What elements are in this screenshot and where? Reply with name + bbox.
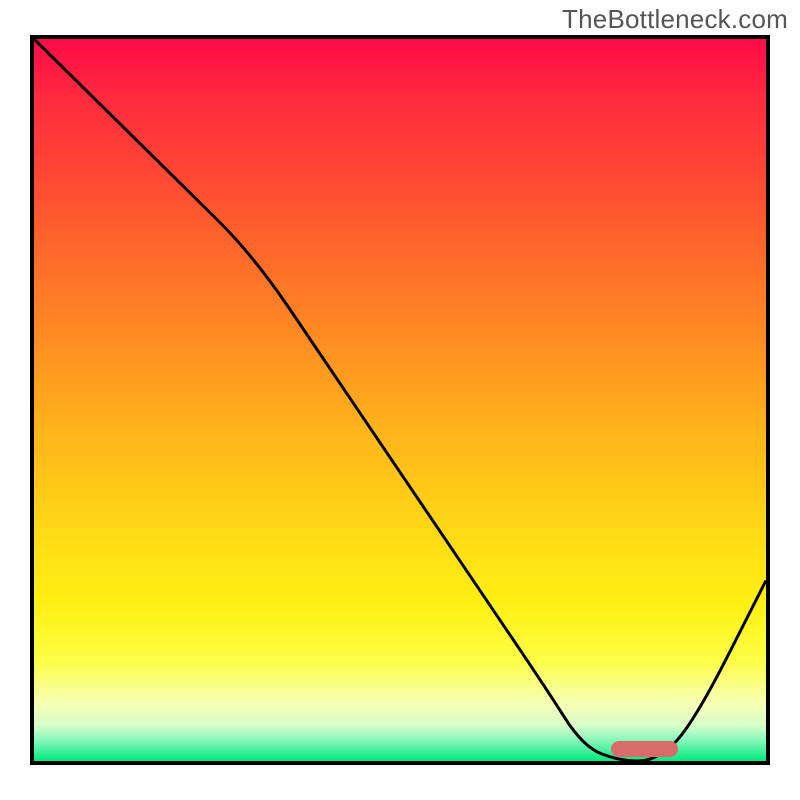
optimum-range-marker xyxy=(611,741,678,757)
plot-area xyxy=(30,35,770,765)
chart-container: TheBottleneck.com xyxy=(0,0,800,800)
watermark-label: TheBottleneck.com xyxy=(562,4,788,35)
bottleneck-curve xyxy=(34,39,766,761)
